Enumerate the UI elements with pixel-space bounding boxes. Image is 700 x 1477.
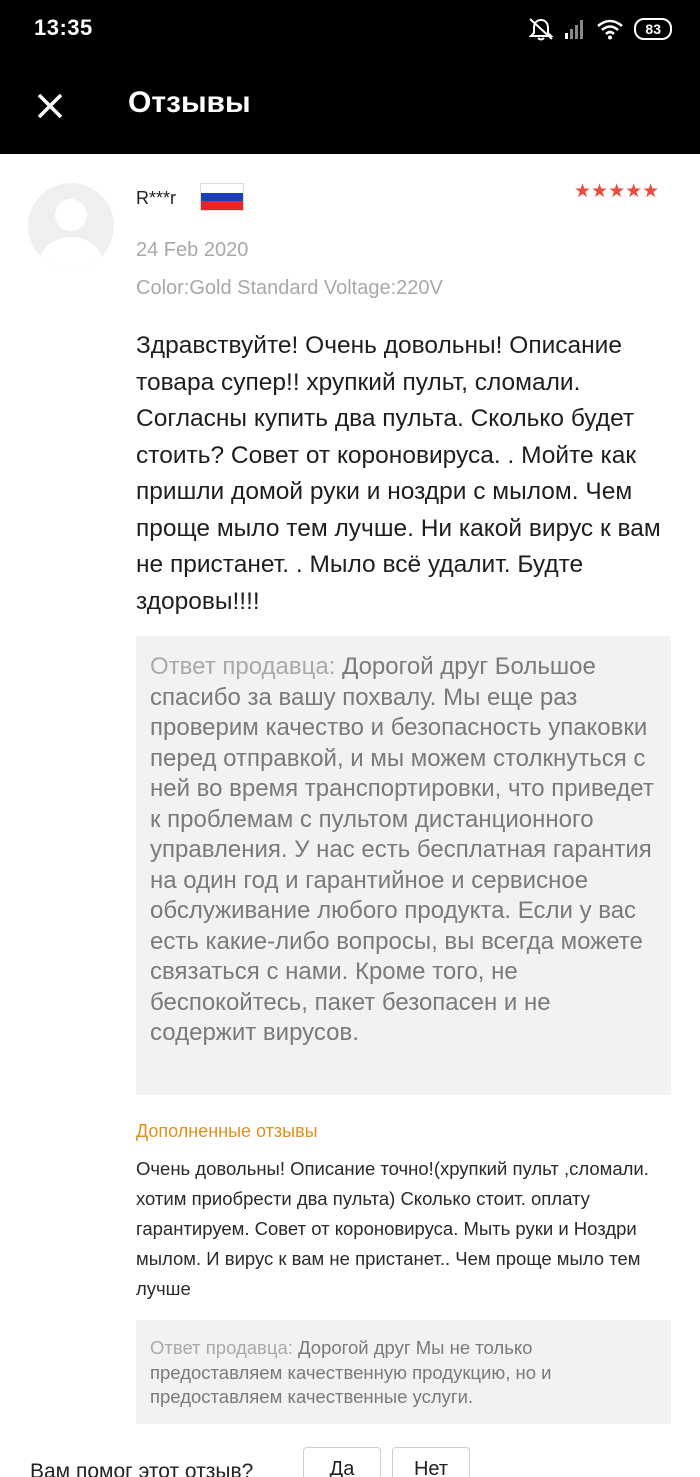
product-attributes: Color:Gold Standard Voltage:220V	[136, 277, 443, 299]
battery-icon: 83	[634, 18, 672, 40]
review-date: 24 Feb 2020	[136, 239, 249, 261]
close-icon	[37, 93, 63, 119]
rating-stars: ★★★★★	[574, 181, 660, 202]
close-button[interactable]	[30, 86, 70, 126]
app-bar: Отзывы	[0, 58, 700, 154]
signal-icon	[564, 18, 586, 40]
mute-icon	[528, 17, 554, 41]
status-bar: 13:35 83	[0, 0, 700, 58]
review-text: Здравствуйте! Очень довольны! Описание т…	[136, 332, 661, 615]
followup-seller-reply-label: Ответ продавца:	[150, 1337, 293, 1358]
followup-seller-reply: Ответ продавца: Дорогой друг Мы не тольк…	[136, 1320, 671, 1424]
followup-title: Дополненные отзывы	[136, 1121, 318, 1141]
status-icons: 83	[528, 14, 672, 44]
seller-reply-label: Ответ продавца:	[150, 653, 336, 680]
wifi-icon	[596, 18, 624, 40]
status-time: 13:35	[34, 15, 93, 40]
helpful-section: Вам помог этот отзыв? Да Нет	[0, 1444, 700, 1477]
seller-reply-text: Дорогой друг Большое спасибо за вашу пох…	[150, 653, 654, 1046]
helpful-no-button[interactable]: Нет	[392, 1447, 470, 1477]
followup-text: Очень довольны! Описание точно!(хрупкий …	[136, 1158, 649, 1299]
avatar	[28, 183, 114, 269]
helpful-question: Вам помог этот отзыв?	[30, 1460, 254, 1477]
helpful-yes-button[interactable]: Да	[303, 1447, 381, 1477]
russia-flag-icon	[200, 183, 244, 211]
page-title: Отзывы	[128, 86, 251, 119]
reviewer-name: R***r	[136, 188, 177, 208]
seller-reply: Ответ продавца: Дорогой друг Большое спа…	[136, 636, 671, 1095]
